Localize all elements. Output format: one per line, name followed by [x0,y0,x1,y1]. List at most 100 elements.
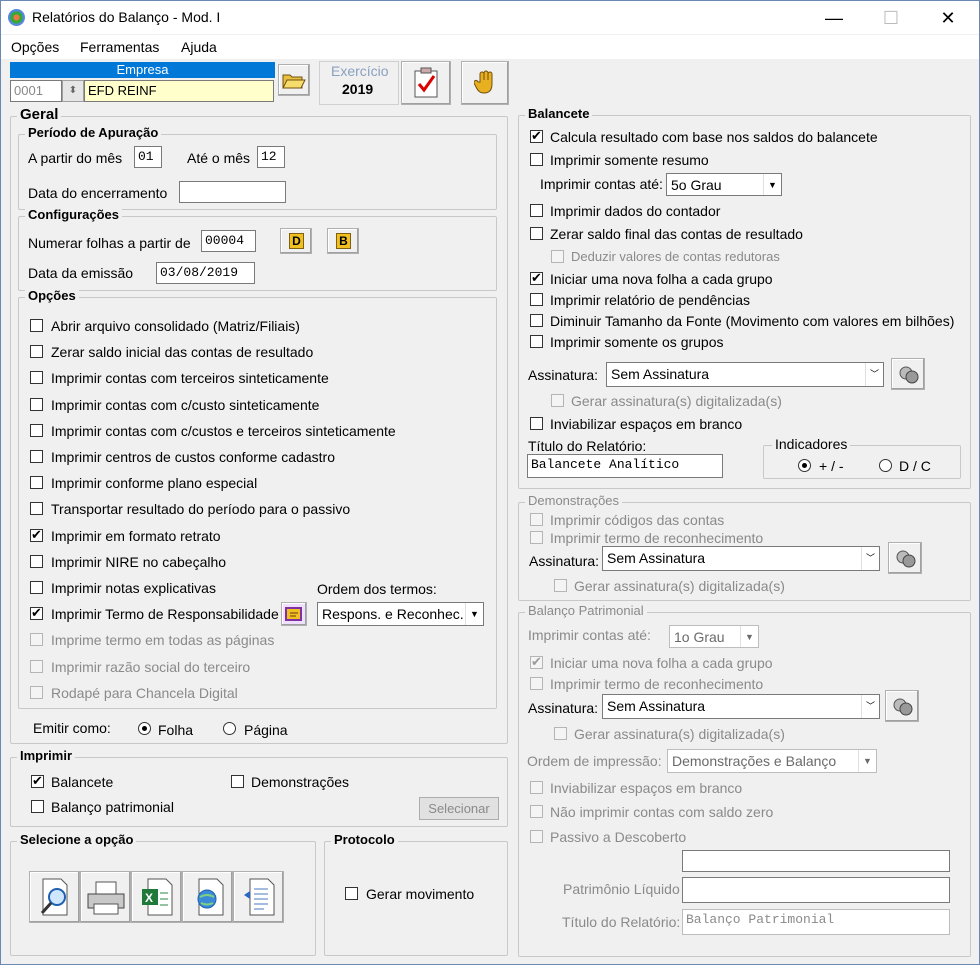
empresa-name-field[interactable]: EFD REINF [84,80,274,102]
balanco-nova-folha-checkbox[interactable] [530,654,543,670]
balanco-titulo-field[interactable]: Balanço Patrimonial [682,909,950,935]
maximize-button[interactable]: ☐ [868,5,914,31]
from-month-field[interactable]: 01 [134,146,162,168]
balanco-termo-checkbox[interactable] [530,677,543,690]
opcao-checkbox[interactable] [30,450,43,463]
opcao-checkbox[interactable] [30,345,43,358]
diminuir-fonte-checkbox[interactable] [530,314,543,327]
balanco-extra-field[interactable] [682,850,950,872]
indicador-sinal-radio[interactable] [798,459,811,472]
imprimir-balanco-checkbox[interactable] [31,800,44,813]
opcao-label: Imprimir conforme plano especial [51,475,258,491]
termo-config-button[interactable] [281,602,307,626]
indicador-dc-radio[interactable] [879,459,892,472]
to-month-field[interactable]: 12 [257,146,285,168]
emitir-pagina-radio[interactable] [223,722,236,735]
balancete-contas-ate-select[interactable]: 5o Grau ▼ [666,173,782,196]
export-text-button[interactable] [233,871,284,923]
emission-date-field[interactable]: 03/08/2019 [156,262,255,284]
imprimir-balancete-label: Balancete [51,774,114,790]
deduzir-checkbox[interactable] [551,250,564,263]
passivo-descoberto-checkbox[interactable] [530,830,543,843]
emitir-pagina-label: Página [244,722,288,738]
export-web-button[interactable] [182,871,233,923]
balanco-assinatura-select[interactable]: Sem Assinatura ﹀ [602,694,880,719]
gerar-movimento-checkbox[interactable] [345,887,358,900]
balancete-titulo-label: Título do Relatório: [528,438,647,454]
close-button[interactable]: ✕ [925,5,971,31]
ordem-termos-select[interactable]: Respons. e Reconhec. ▼ [317,602,484,626]
open-folder-button[interactable] [278,64,310,96]
demonstracoes-assinatura-button[interactable] [888,542,922,574]
opcao-label: Abrir arquivo consolidado (Matriz/Filiai… [51,318,300,334]
demonstracoes-assinatura-select[interactable]: Sem Assinatura ﹀ [602,546,880,571]
balancete-titulo-field[interactable]: Balancete Analítico [527,454,723,478]
minimize-button[interactable]: — [811,5,857,31]
balancete-gerar-assinatura-checkbox[interactable] [551,394,564,407]
balanco-assinatura-button[interactable] [885,690,919,722]
d-button[interactable]: D [280,228,312,254]
imprimir-demonstracoes-checkbox[interactable] [231,775,244,788]
nova-folha-checkbox[interactable] [530,270,543,286]
pendencias-checkbox[interactable] [530,293,543,306]
zerar-saldo-checkbox[interactable] [530,227,543,240]
opcao-checkbox[interactable] [30,660,43,673]
resumo-checkbox[interactable] [530,153,543,166]
balanco-contas-ate-select[interactable]: 1o Grau ▼ [669,625,759,648]
indicador-dc-label: D / C [899,458,931,474]
menu-ajuda[interactable]: Ajuda [181,39,217,55]
opcao-checkbox[interactable] [30,555,43,568]
ordem-termos-value: Respons. e Reconhec. [322,606,464,622]
opcao-checkbox[interactable] [30,424,43,437]
selecionar-button[interactable]: Selecionar [419,797,499,820]
opcao-checkbox[interactable] [30,476,43,489]
opcao-label: Rodapé para Chancela Digital [51,685,238,701]
checklist-button[interactable] [401,61,451,105]
chevron-down-icon: ▼ [740,626,758,647]
opcao-checkbox[interactable] [30,581,43,594]
export-excel-button[interactable]: X [131,871,182,923]
opcao-checkbox[interactable] [30,398,43,411]
closing-date-field[interactable] [179,181,286,203]
somente-grupos-checkbox[interactable] [530,335,543,348]
opcao-checkbox[interactable] [30,605,43,621]
balanco-termo-label: Imprimir termo de reconhecimento [550,676,764,692]
dados-contador-checkbox[interactable] [530,204,543,217]
calcula-checkbox[interactable] [530,128,543,144]
ordem-impressao-label: Ordem de impressão: [527,753,662,769]
resumo-label: Imprimir somente resumo [550,152,709,168]
print-button[interactable] [80,871,131,923]
opcao-checkbox[interactable] [30,527,43,543]
saldo-zero-checkbox[interactable] [530,805,543,818]
balanco-gerar-assinatura-checkbox[interactable] [554,727,567,740]
b-button[interactable]: B [327,228,359,254]
demonstracoes-title: Demonstrações [525,493,623,508]
demonstracoes-termo-checkbox[interactable] [530,531,543,544]
ordem-impressao-select[interactable]: Demonstrações e Balanço ▼ [667,749,877,773]
patrimonio-liquido-field[interactable] [682,877,950,903]
balancete-assinatura-select[interactable]: Sem Assinatura ﹀ [606,362,884,387]
exercicio-value[interactable]: 2019 [342,81,373,97]
passivo-descoberto-label: Passivo a Descoberto [550,829,687,845]
opcao-checkbox[interactable] [30,371,43,384]
imprimir-balancete-checkbox[interactable] [31,773,44,789]
balancete-assinatura-button[interactable] [891,358,925,390]
menu-ferramentas[interactable]: Ferramentas [80,39,159,55]
opcao-checkbox[interactable] [30,502,43,515]
menu-opcoes[interactable]: Opções [11,39,59,55]
empresa-lookup-button[interactable]: ⬍ [62,80,84,102]
opcao-checkbox[interactable] [30,633,43,646]
balancete-inviabilizar-checkbox[interactable] [530,417,543,430]
codigos-contas-checkbox[interactable] [530,513,543,526]
imprimir-demonstracoes-label: Demonstrações [251,774,350,790]
demonstracoes-gerar-assinatura-checkbox[interactable] [554,579,567,592]
empresa-code-field[interactable]: 0001 [10,80,62,102]
emitir-folha-radio[interactable] [138,722,151,735]
opcao-checkbox[interactable] [30,686,43,699]
opcao-checkbox[interactable] [30,319,43,332]
exercicio-label: Exercício [331,63,389,79]
preview-button[interactable] [29,871,80,923]
balanco-inviabilizar-checkbox[interactable] [530,781,543,794]
pages-start-field[interactable]: 00004 [201,230,256,252]
hand-tool-button[interactable] [461,61,509,105]
